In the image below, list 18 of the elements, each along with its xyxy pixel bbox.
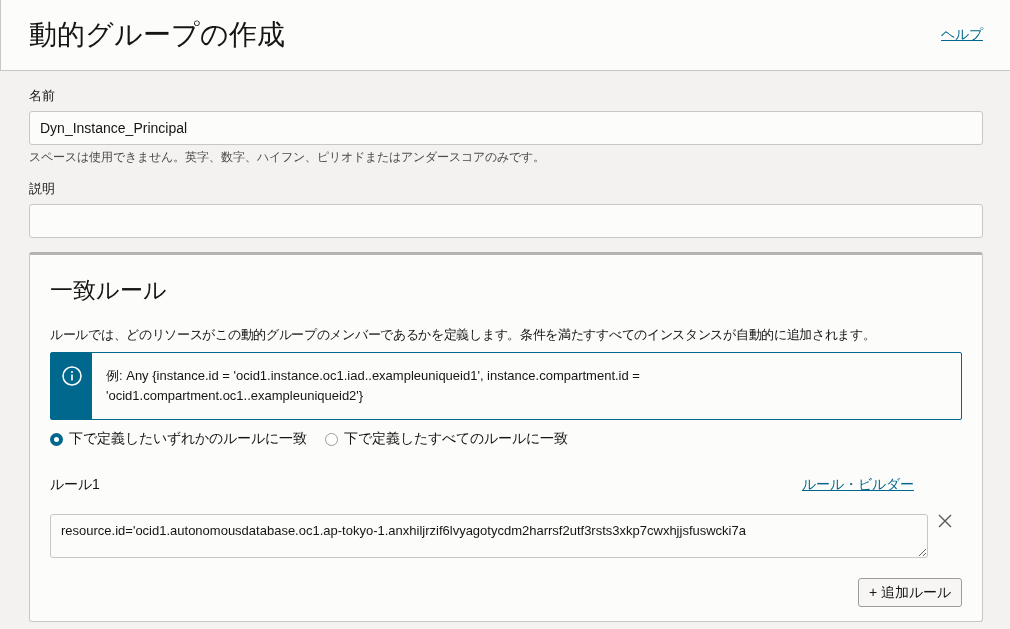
info-text: 例: Any {instance.id = 'ocid1.instance.oc1.iad..exampleuniqueid1', instance.compartment.id = 'ocid1.compartment.oc1..exampleuniqueid2'} xyxy=(105,367,641,405)
page-title: 動的グループの作成 xyxy=(29,18,285,52)
card-title: 一致ルール xyxy=(50,276,168,305)
name-field[interactable]: Dyn_Instance_Principal xyxy=(29,111,983,145)
field-label: 説明 xyxy=(29,180,56,198)
match-radio[interactable]: 下で定義したすべてのルールに一致 xyxy=(325,430,568,448)
close-icon[interactable] xyxy=(938,514,952,528)
field-hint: スペースは使用できません。英字、数字、ハイフン、ピリオドまたはアンダースコアのみです。 xyxy=(29,149,546,166)
description-field[interactable] xyxy=(29,204,983,238)
rule-builder-link[interactable]: ルール・ビルダー xyxy=(802,476,914,494)
rules-description: ルールでは、どのリソースがこの動的グループのメンバーであるかを定義します。条件を満たすすべてのインスタンスが自動的に追加されます。 xyxy=(50,326,877,344)
match-radio[interactable]: 下で定義したいずれかのルールに一致 xyxy=(50,430,307,448)
help-link[interactable]: ヘルプ xyxy=(941,26,983,44)
rule-label: ルール1 xyxy=(50,476,100,494)
rule-field[interactable]: resource.id='ocid1.autonomousdatabase.oc1.ap-tokyo-1.anxhiljrzif6lvyagotycdm2harrsf2utf3rsts3xkp7cwxhjjsfuswcki7a xyxy=(50,514,928,558)
info-icon xyxy=(61,366,82,386)
add-rule-button[interactable]: + 追加ルール xyxy=(857,578,962,607)
field-label: 名前 xyxy=(29,87,56,105)
